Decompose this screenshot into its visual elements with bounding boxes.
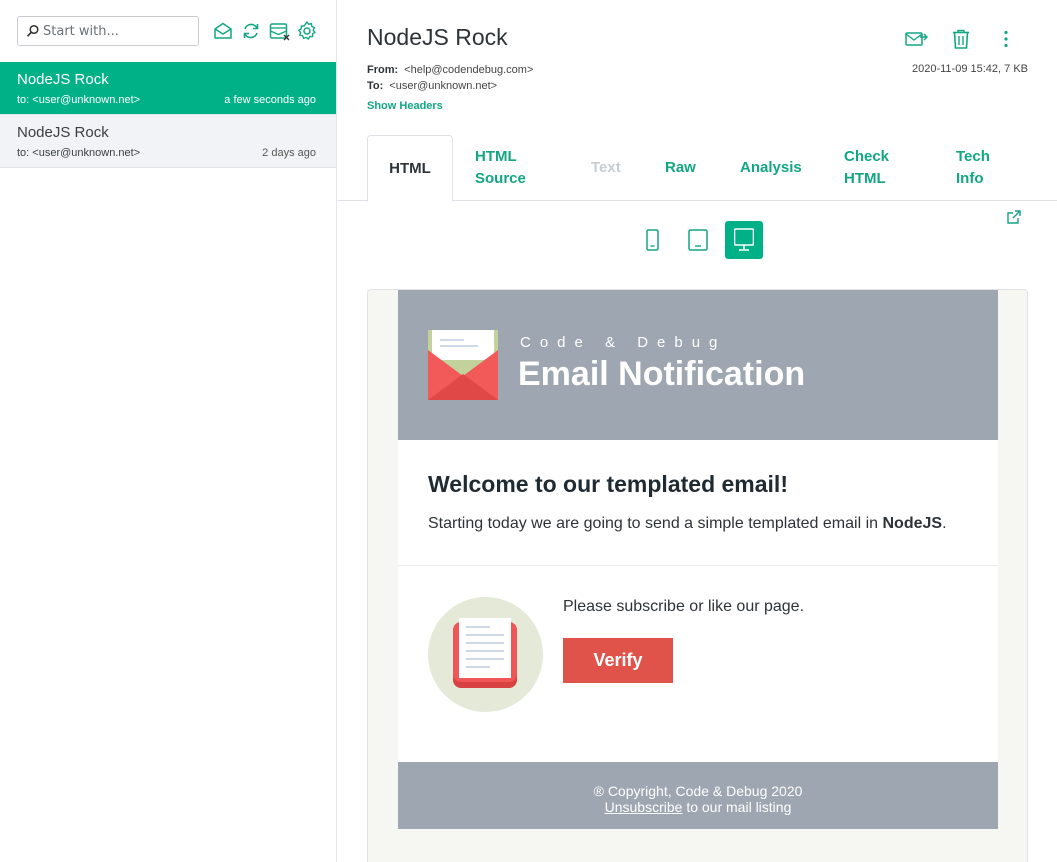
external-link-icon[interactable]: [1006, 209, 1022, 225]
search-box[interactable]: [17, 16, 199, 46]
intro-text: Starting today we are going to send a si…: [428, 515, 883, 532]
tab-check-html[interactable]: Check HTML: [844, 135, 924, 201]
footer-copyright: ® Copyright, Code & Debug 2020: [593, 783, 803, 799]
intro-period: .: [942, 515, 947, 532]
unsubscribe-link[interactable]: Unsubscribe: [605, 799, 683, 815]
email-heading: Welcome to our templated email!: [428, 471, 788, 497]
tab-label-line: HTML: [844, 170, 886, 187]
document-illustration: [428, 597, 543, 712]
to-address: <user@unknown.net>: [389, 80, 498, 92]
from-label: From:: [367, 64, 399, 76]
message-view: NodeJS Rock From: <help@codendebug.com>: [338, 0, 1057, 862]
tab-analysis[interactable]: Analysis: [740, 135, 820, 201]
search-icon: [26, 24, 39, 37]
forward-icon[interactable]: [904, 28, 928, 50]
email-preview: Code & Debug Email Notification Welcome …: [367, 289, 1028, 862]
refresh-icon[interactable]: [240, 20, 262, 42]
email-header: Code & Debug Email Notification: [398, 290, 998, 440]
message-time: 2 days ago: [262, 147, 316, 159]
search-input[interactable]: [43, 22, 193, 40]
message-recipient: to: <user@unknown.net>: [17, 94, 141, 106]
email-brand: Code & Debug: [520, 334, 727, 351]
message-subject: NodeJS Rock: [17, 71, 109, 88]
tab-label-line: Check: [844, 148, 890, 165]
email-intro: Welcome to our templated email! Starting…: [398, 440, 998, 566]
list-item[interactable]: NodeJS Rock to: <user@unknown.net> a few…: [0, 62, 336, 115]
tab-label-line: Info: [956, 170, 984, 187]
from-line: From: <help@codendebug.com>: [367, 64, 533, 76]
view-desktop-button[interactable]: [725, 221, 763, 259]
view-phone-button[interactable]: [633, 221, 671, 259]
view-tabs: HTML HTML Source Text Raw Analysis Check…: [338, 135, 1057, 202]
desktop-icon: [734, 228, 754, 251]
to-label: To:: [367, 80, 384, 92]
message-list: NodeJS Rock to: <user@unknown.net> a few…: [0, 62, 336, 168]
email-header-title: Email Notification: [518, 355, 806, 393]
message-recipient: to: <user@unknown.net>: [17, 147, 141, 159]
email-subscribe-section: Please subscribe or like our page. Verif…: [398, 566, 998, 762]
trash-icon[interactable]: [949, 28, 973, 50]
to-line: To: <user@unknown.net>: [367, 80, 497, 92]
mail-open-icon[interactable]: [212, 20, 234, 42]
tab-label-line: Source: [475, 170, 526, 187]
view-tablet-button[interactable]: [679, 221, 717, 259]
tab-label-line: HTML: [475, 148, 517, 165]
tab-text: Text: [591, 159, 621, 176]
mailbox-clear-icon[interactable]: [268, 20, 290, 42]
message-time: a few seconds ago: [224, 94, 316, 106]
show-headers-link[interactable]: Show Headers: [367, 100, 443, 112]
tablet-icon: [688, 229, 708, 251]
intro-bold: NodeJS: [882, 515, 943, 532]
mail-app: NodeJS Rock to: <user@unknown.net> a few…: [0, 0, 1057, 862]
gear-icon[interactable]: [296, 20, 318, 42]
email-footer: ® Copyright, Code & Debug 2020 Unsubscri…: [398, 762, 998, 829]
verify-button[interactable]: Verify: [563, 638, 673, 683]
subscribe-text: Please subscribe or like our page.: [563, 598, 805, 615]
page-title: NodeJS Rock: [367, 24, 508, 50]
footer-unsubscribe-line: Unsubscribe to our mail listing: [398, 799, 998, 815]
tab-raw[interactable]: Raw: [665, 135, 715, 201]
tab-html[interactable]: HTML: [367, 135, 453, 202]
phone-icon: [646, 229, 659, 251]
document-icon: [453, 618, 517, 688]
date-size: 2020-11-09 15:42, 7 KB: [912, 63, 1028, 75]
tab-tech-info[interactable]: Tech Info: [956, 135, 1016, 201]
sidebar: NodeJS Rock to: <user@unknown.net> a few…: [0, 0, 337, 862]
footer-rest-text: to our mail listing: [682, 799, 792, 815]
sidebar-toolbar: [0, 0, 336, 62]
email-intro-text: Starting today we are going to send a si…: [428, 515, 947, 533]
more-vertical-icon[interactable]: [994, 28, 1018, 50]
tab-html-source[interactable]: HTML Source: [475, 135, 555, 201]
message-subject: NodeJS Rock: [17, 124, 109, 141]
envelope-icon: [428, 330, 498, 400]
from-address: <help@codendebug.com>: [404, 64, 534, 76]
list-item[interactable]: NodeJS Rock to: <user@unknown.net> 2 day…: [0, 115, 336, 168]
tab-label-line: Tech: [956, 148, 990, 165]
email-template: Code & Debug Email Notification Welcome …: [398, 290, 998, 829]
